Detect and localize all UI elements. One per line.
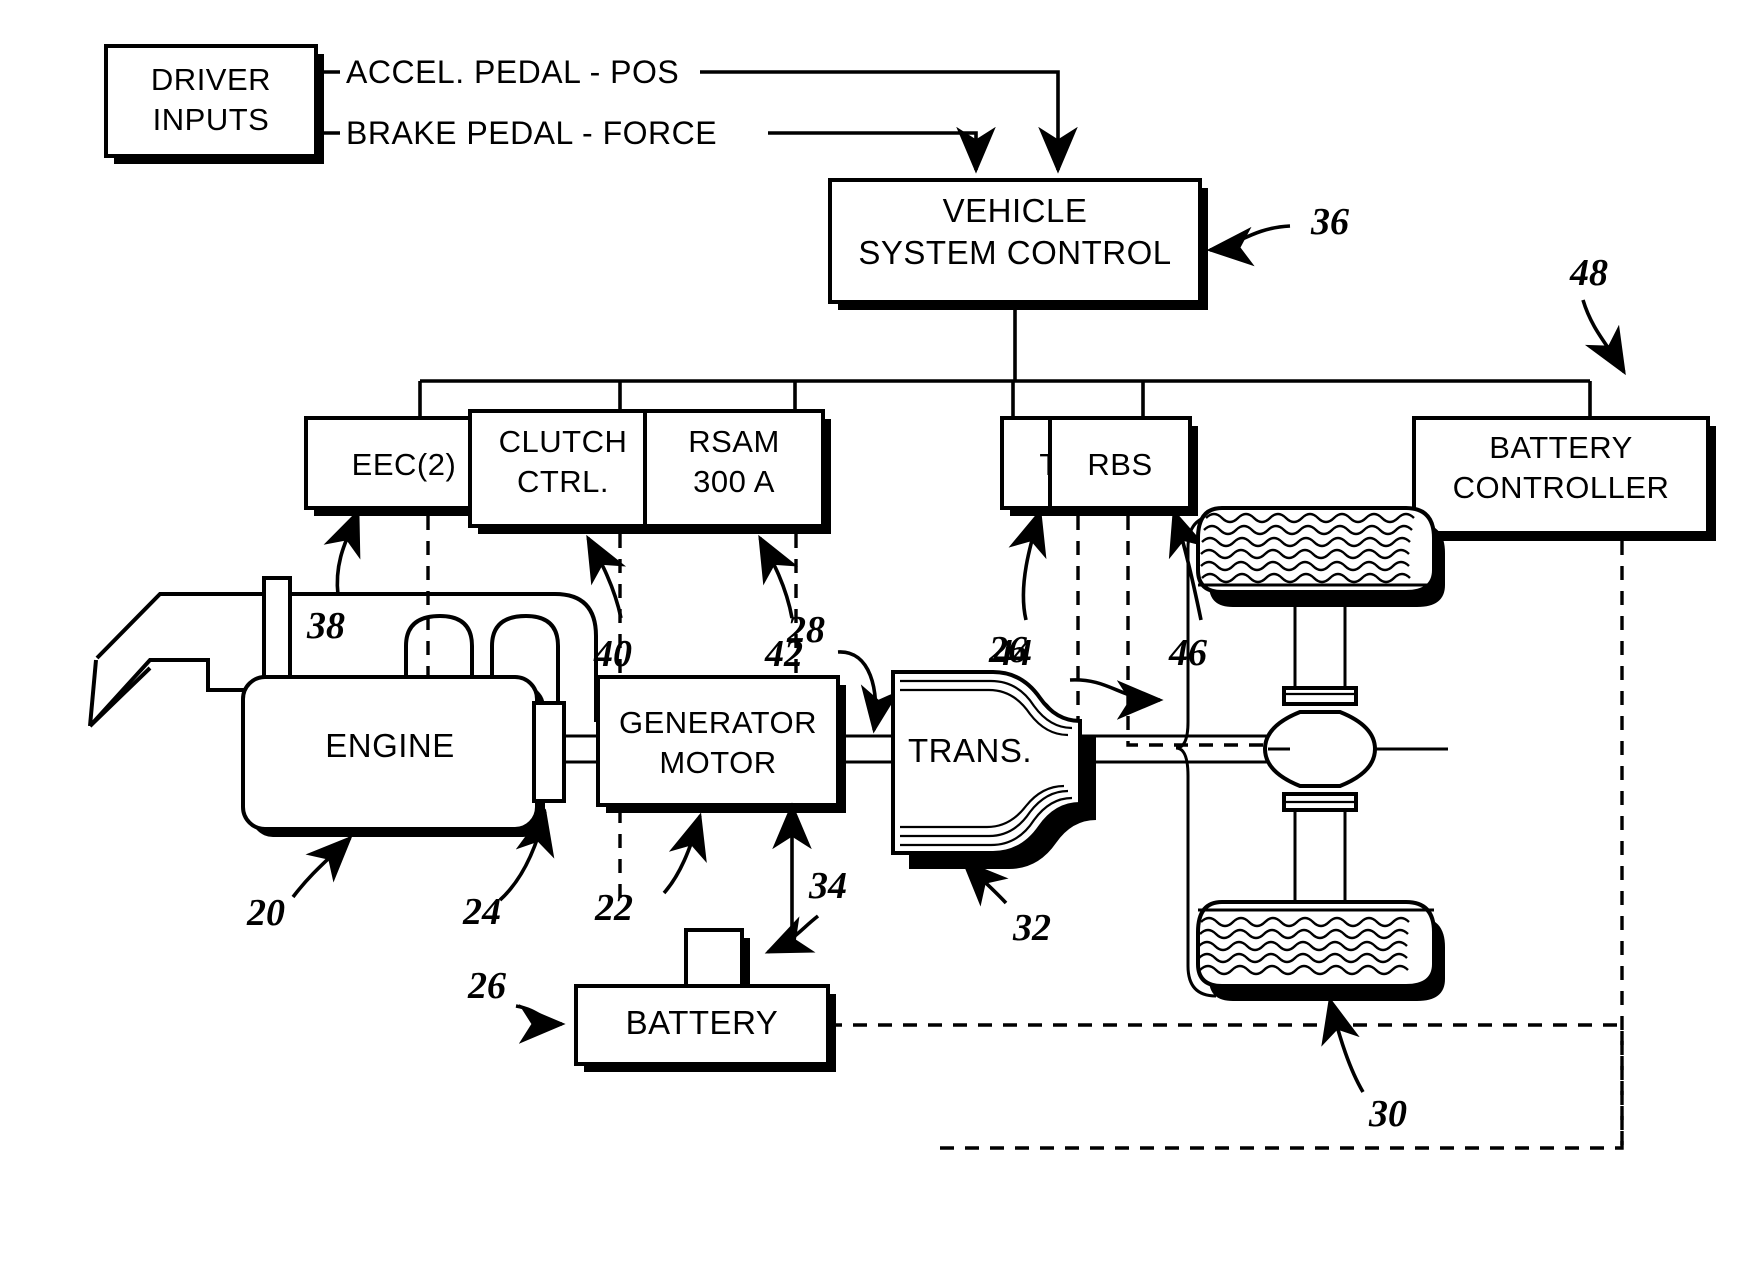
dash-battery-bus bbox=[828, 1023, 1624, 1148]
propshaft bbox=[1080, 734, 1268, 764]
ref-26-battery-leader bbox=[515, 1004, 566, 1044]
block-diagram-svg: DRIVER INPUTS ACCEL. PEDAL - POS BRAKE P… bbox=[88, 44, 1716, 1150]
shaft-clutch-to-motor bbox=[564, 734, 598, 764]
ref-num-30: 30 bbox=[1368, 1093, 1407, 1135]
ref-num-34: 34 bbox=[808, 865, 847, 907]
differential bbox=[1262, 710, 1448, 788]
ref-30-leader bbox=[1321, 996, 1365, 1093]
vsc-label-line2: SYSTEM CONTROL bbox=[858, 234, 1171, 271]
battery-controller-label-line1: BATTERY bbox=[1489, 430, 1633, 465]
generator-motor-label-line1: GENERATOR bbox=[619, 705, 817, 740]
rsam-label-line2: 300 A bbox=[693, 464, 775, 499]
ref-num-26-battery: 26 bbox=[467, 965, 506, 1007]
battery-label: BATTERY bbox=[626, 1004, 779, 1041]
vsc-label-line1: VEHICLE bbox=[943, 192, 1088, 229]
ref-40-leader bbox=[586, 534, 627, 619]
driver-inputs-label-line2: INPUTS bbox=[153, 102, 270, 137]
driver-inputs-label-line1: DRIVER bbox=[151, 62, 271, 97]
ref-num-48: 48 bbox=[1569, 252, 1608, 294]
accel-pedal-signal-label: ACCEL. PEDAL - POS bbox=[346, 54, 679, 90]
ref-num-22: 22 bbox=[594, 887, 633, 929]
ref-num-20: 20 bbox=[246, 892, 285, 934]
lower-halfshaft bbox=[1282, 792, 1358, 900]
battery-controller-label-line2: CONTROLLER bbox=[1453, 470, 1670, 505]
driveshaft-motor-to-trans bbox=[838, 734, 896, 764]
clutch-ctrl-label-line1: CLUTCH bbox=[499, 424, 628, 459]
block-transmission[interactable] bbox=[891, 670, 1096, 869]
ref-44-leader bbox=[1008, 508, 1047, 621]
eec-label: EEC(2) bbox=[352, 447, 457, 482]
transmission-label: TRANS. bbox=[908, 732, 1032, 769]
ref-22-leader bbox=[662, 812, 707, 895]
ref-20-leader bbox=[291, 835, 353, 899]
accel-signal-route bbox=[700, 70, 1078, 174]
ref-num-26-bus: 26 bbox=[988, 629, 1027, 671]
rbs-label: RBS bbox=[1087, 447, 1152, 482]
patent-figure-canvas: DRIVER INPUTS ACCEL. PEDAL - POS BRAKE P… bbox=[0, 0, 1757, 1262]
rear-wheel-lower bbox=[1196, 900, 1445, 1001]
ref-num-28: 28 bbox=[786, 609, 825, 651]
ref-num-36: 36 bbox=[1310, 201, 1349, 243]
ref-num-32: 32 bbox=[1012, 907, 1051, 949]
ref-42-leader bbox=[758, 534, 799, 619]
generator-motor-label-line2: MOTOR bbox=[659, 745, 776, 780]
block-clutch[interactable] bbox=[532, 701, 566, 803]
rsam-label-line1: RSAM bbox=[688, 424, 780, 459]
ref-48-leader bbox=[1581, 299, 1626, 376]
clutch-ctrl-label-line2: CTRL. bbox=[517, 464, 609, 499]
ref-38-leader bbox=[323, 508, 361, 596]
engine-label: ENGINE bbox=[325, 727, 455, 764]
ref-num-40: 40 bbox=[593, 633, 632, 675]
ref-26-bus-leader bbox=[1069, 678, 1164, 720]
brake-pedal-signal-label: BRAKE PEDAL - FORCE bbox=[346, 115, 717, 151]
ref-num-38: 38 bbox=[306, 605, 345, 647]
ref-num-24: 24 bbox=[462, 891, 501, 933]
brake-signal-route bbox=[768, 126, 996, 174]
upper-halfshaft bbox=[1282, 600, 1358, 706]
ref-36-leader bbox=[1206, 224, 1291, 267]
rear-wheel-upper bbox=[1196, 506, 1445, 607]
